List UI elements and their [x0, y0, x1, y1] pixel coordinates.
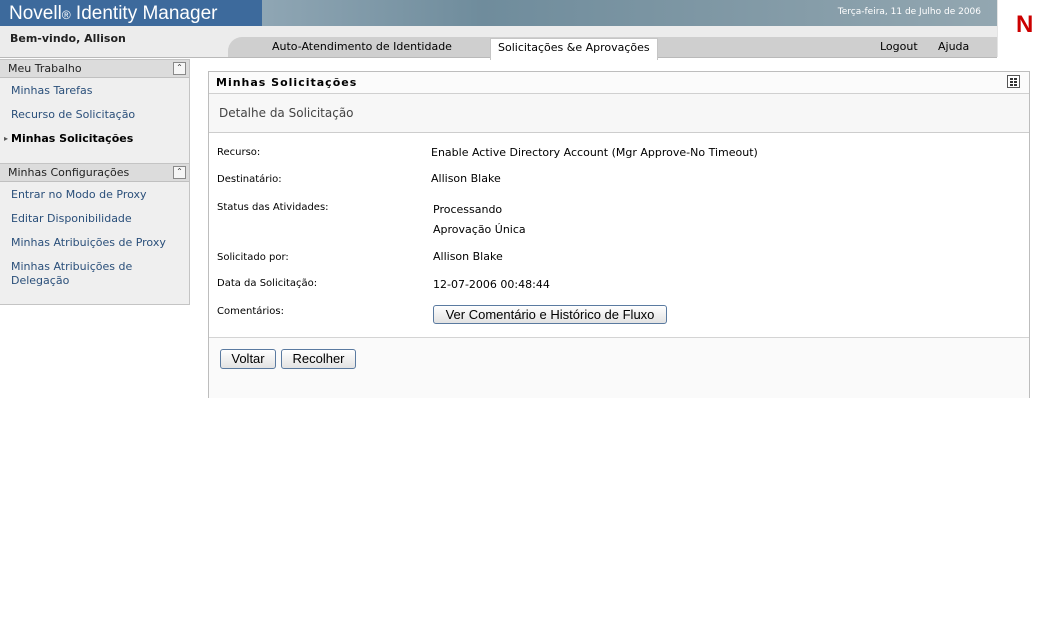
card-footer: Voltar Recolher [209, 337, 1029, 398]
subheader: Detalhe da Solicitação [209, 94, 1029, 133]
collapse-button[interactable]: Recolher [281, 349, 356, 369]
current-date: Terça-feira, 11 de Julho de 2006 [837, 7, 981, 17]
novell-logo: N [997, 0, 1053, 57]
registered-mark: ® [61, 8, 71, 22]
novell-n-icon: N [1016, 11, 1034, 38]
welcome-text: Bem-vindo, Allison [10, 32, 126, 45]
comments-label: Comentários: [217, 306, 284, 317]
my-settings-panel: Minhas Configurações ⌃ Entrar no Modo de… [0, 163, 190, 305]
brand-product: Identity Manager [70, 3, 218, 24]
tab-requests-approvals[interactable]: Solicitações &e Aprovações [490, 38, 658, 60]
help-link[interactable]: Ajuda [938, 40, 969, 53]
request-detail-card: Minhas Solicitações Detalhe da Solicitaç… [208, 71, 1030, 398]
requested-by-value: Allison Blake [433, 250, 503, 263]
sidebar-item-edit-availability[interactable]: Editar Disponibilidade [11, 212, 132, 225]
sidebar-item-my-tasks[interactable]: Minhas Tarefas [11, 84, 93, 97]
header-banner: Terça-feira, 11 de Julho de 2006 [262, 0, 997, 26]
collapse-chevron-icon[interactable]: ⌃ [173, 62, 186, 75]
status-value-processing: Processando [433, 203, 503, 216]
app-brand: Novell® Identity Manager [9, 3, 217, 25]
sidebar-item-delegate-assignments[interactable]: Minhas Atribuições de Delegação [11, 260, 151, 288]
section-title: Detalhe da Solicitação [219, 106, 354, 120]
page-title: Minhas Solicitações [216, 76, 358, 89]
resource-label: Recurso: [217, 147, 261, 158]
my-work-header: Meu Trabalho ⌃ [0, 60, 189, 78]
my-settings-title: Minhas Configurações [8, 166, 130, 179]
brand-name: Novell [9, 3, 62, 24]
status-value-approval: Aprovação Única [433, 223, 526, 236]
resource-value: Enable Active Directory Account (Mgr App… [431, 146, 758, 159]
sidebar-item-proxy-mode[interactable]: Entrar no Modo de Proxy [11, 188, 147, 201]
sidebar-item-request-resource[interactable]: Recurso de Solicitação [11, 108, 135, 121]
status-label: Status das Atividades: [217, 202, 329, 213]
grid-menu-icon[interactable] [1007, 75, 1020, 88]
my-work-title: Meu Trabalho [8, 62, 82, 75]
active-bullet-icon: ▸ [4, 134, 9, 143]
tab-self-service[interactable]: Auto-Atendimento de Identidade [272, 40, 452, 53]
sidebar-item-proxy-assignments[interactable]: Minhas Atribuições de Proxy [11, 236, 166, 249]
sidebar-item-my-requests[interactable]: Minhas Solicitações [11, 132, 133, 145]
my-settings-header: Minhas Configurações ⌃ [0, 164, 189, 182]
view-comments-button[interactable]: Ver Comentário e Histórico de Fluxo [433, 305, 667, 324]
back-button[interactable]: Voltar [220, 349, 276, 369]
brand-bar: Novell® Identity Manager [0, 0, 262, 26]
my-work-panel: Meu Trabalho ⌃ Minhas Tarefas Recurso de… [0, 59, 190, 164]
logout-link[interactable]: Logout [880, 40, 918, 53]
recipient-label: Destinatário: [217, 174, 282, 185]
recipient-value: Allison Blake [431, 172, 501, 185]
collapse-chevron-icon[interactable]: ⌃ [173, 166, 186, 179]
header: Novell® Identity Manager Terça-feira, 11… [0, 0, 1053, 60]
request-date-value: 12-07-2006 00:48:44 [433, 278, 550, 291]
request-date-label: Data da Solicitação: [217, 278, 318, 289]
requested-by-label: Solicitado por: [217, 252, 289, 263]
card-header: Minhas Solicitações [209, 72, 1029, 94]
